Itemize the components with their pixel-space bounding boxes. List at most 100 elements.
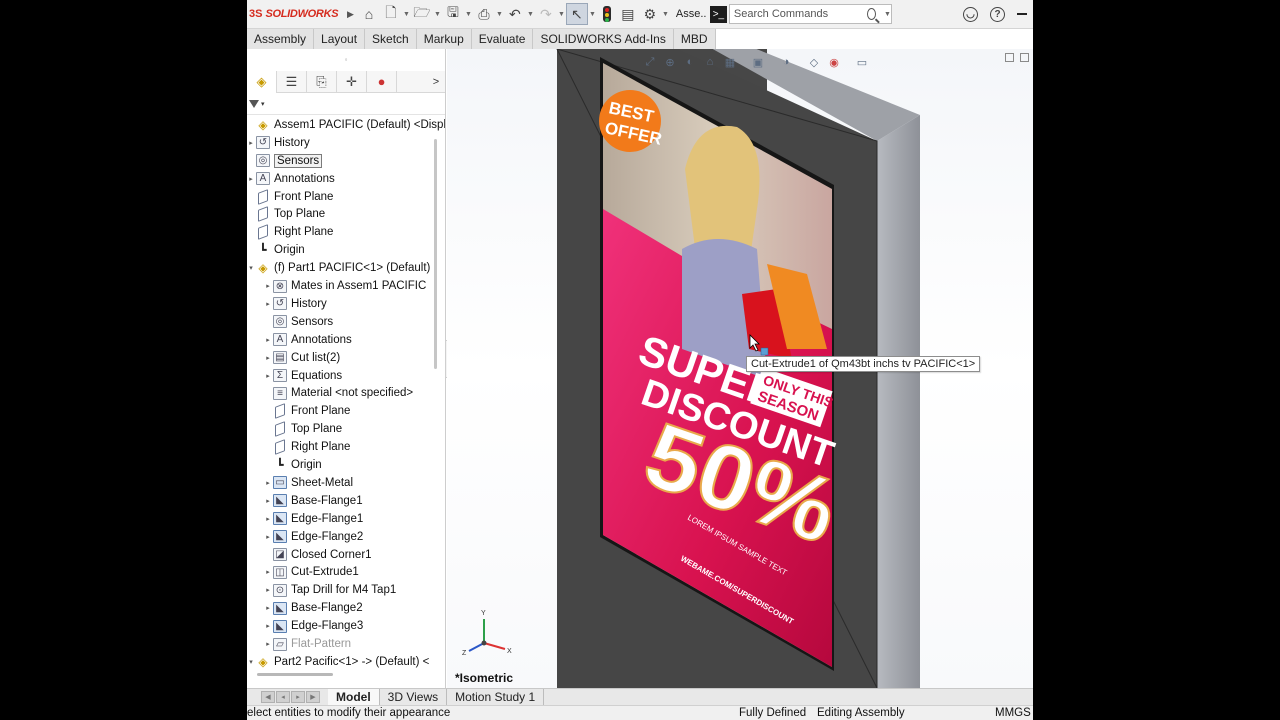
tree-item[interactable]: ▸ ▱ Flat-Pattern bbox=[263, 635, 351, 653]
file-properties-icon[interactable]: ▤ bbox=[617, 3, 639, 25]
feature-manager-tab-icon[interactable]: ◈ bbox=[247, 70, 277, 93]
next-tab-icon[interactable]: ▸ bbox=[291, 691, 305, 703]
search-commands-field[interactable]: ▼ bbox=[728, 4, 892, 24]
zoom-area-icon[interactable]: ⊕ bbox=[663, 55, 677, 69]
tab-model[interactable]: Model bbox=[328, 688, 380, 706]
tree-item[interactable]: ▸ A Annotations bbox=[263, 331, 352, 349]
expand-arrow-icon[interactable]: ▸ bbox=[263, 533, 273, 541]
panel-horizontal-scrollbar[interactable] bbox=[257, 673, 333, 676]
tab-assembly[interactable]: Assembly bbox=[247, 29, 315, 49]
view-orientation-icon[interactable]: ▣ bbox=[751, 55, 765, 69]
collapse-arrow-icon[interactable]: ▾ bbox=[247, 658, 256, 666]
tree-item[interactable]: ▸ ◣ Edge-Flange2 bbox=[263, 528, 363, 546]
tree-item[interactable]: ▸ ⊙ Tap Drill for M4 Tap1 bbox=[263, 581, 396, 599]
expand-arrow-icon[interactable]: ▸ bbox=[247, 175, 256, 183]
filter-icon[interactable] bbox=[249, 99, 259, 108]
tree-item[interactable]: Front Plane bbox=[263, 402, 350, 420]
save-icon[interactable]: 🖫 bbox=[442, 3, 464, 25]
tab-markup[interactable]: Markup bbox=[417, 29, 472, 49]
configuration-manager-tab-icon[interactable]: ⎘ bbox=[307, 70, 337, 93]
expand-arrow-icon[interactable]: ▸ bbox=[263, 336, 273, 344]
tree-item[interactable]: ▸ A Annotations bbox=[247, 170, 335, 188]
viewport-restore-icon[interactable] bbox=[1005, 53, 1014, 62]
search-icon[interactable] bbox=[866, 8, 876, 20]
last-tab-icon[interactable]: ▶ bbox=[306, 691, 320, 703]
tab-layout[interactable]: Layout bbox=[314, 29, 366, 49]
tree-item[interactable]: ▸ Σ Equations bbox=[263, 367, 342, 385]
panel-vertical-scrollbar[interactable] bbox=[434, 139, 437, 369]
tree-item[interactable]: ◎ Sensors bbox=[263, 313, 333, 331]
tree-item[interactable]: ◪ Closed Corner1 bbox=[263, 546, 372, 564]
options-gear-icon[interactable]: ⚙ bbox=[639, 3, 661, 25]
display-manager-tab-icon[interactable]: ● bbox=[367, 70, 397, 93]
previous-view-icon[interactable]: ◐ bbox=[683, 55, 697, 69]
section-view-icon[interactable]: ⌂ bbox=[703, 55, 717, 69]
tab-3d-views[interactable]: 3D Views bbox=[380, 688, 448, 706]
print-dropdown-icon[interactable]: ▼ bbox=[495, 11, 504, 18]
tree-item[interactable]: ▾ ◈ Part2 Pacific<1> -> (Default) < bbox=[247, 653, 429, 671]
menu-expand-arrow-icon[interactable]: ▶ bbox=[347, 9, 354, 20]
first-tab-icon[interactable]: ◀ bbox=[261, 691, 275, 703]
tree-item[interactable]: ▸ ▤ Cut list(2) bbox=[263, 349, 340, 367]
expand-arrow-icon[interactable]: ▸ bbox=[263, 622, 273, 630]
options-dropdown-icon[interactable]: ▼ bbox=[661, 11, 670, 18]
tab-sketch[interactable]: Sketch bbox=[365, 29, 417, 49]
user-account-icon[interactable]: ◡ bbox=[963, 6, 978, 22]
tree-item[interactable]: ▸ ◣ Edge-Flange3 bbox=[263, 617, 363, 635]
redo-icon[interactable]: ↷ bbox=[535, 3, 557, 25]
undo-icon[interactable]: ↶ bbox=[504, 3, 526, 25]
search-input[interactable] bbox=[729, 8, 865, 20]
tree-item[interactable]: ▸ ▭ Sheet-Metal bbox=[263, 474, 353, 492]
panel-grip[interactable]: ◦ bbox=[247, 49, 445, 71]
expand-arrow-icon[interactable]: ▸ bbox=[263, 372, 273, 380]
tree-item[interactable]: ┗ Origin bbox=[247, 241, 304, 259]
tree-item[interactable]: Top Plane bbox=[247, 206, 325, 224]
hide-show-items-icon[interactable]: ◇ bbox=[807, 55, 821, 69]
tree-item[interactable]: ▸ ⊗ Mates in Assem1 PACIFIC bbox=[263, 277, 426, 295]
tree-item[interactable]: ▸ ◫ Cut-Extrude1 bbox=[263, 564, 359, 582]
tree-item[interactable]: ▸ ↺ History bbox=[263, 295, 327, 313]
command-prompt-icon[interactable]: >_ bbox=[709, 5, 727, 23]
search-dropdown-icon[interactable]: ▼ bbox=[884, 11, 891, 18]
print-icon[interactable]: ⎙ bbox=[473, 3, 495, 25]
expand-arrow-icon[interactable]: ▸ bbox=[263, 515, 273, 523]
tree-item[interactable]: ◎ Sensors bbox=[247, 152, 323, 170]
expand-arrow-icon[interactable]: ▸ bbox=[263, 497, 273, 505]
tree-item[interactable]: ▸ ↺ History bbox=[247, 134, 310, 152]
dynamic-annotation-icon[interactable]: ▦ bbox=[723, 55, 737, 69]
minimize-icon[interactable] bbox=[1017, 13, 1027, 15]
save-dropdown-icon[interactable]: ▼ bbox=[464, 11, 473, 18]
edit-appearance-icon[interactable]: ◉ bbox=[827, 55, 841, 69]
open-folder-icon[interactable]: 🗁 bbox=[411, 3, 433, 25]
expand-arrow-icon[interactable]: ▸ bbox=[263, 479, 273, 487]
tree-item[interactable]: ▸ ◣ Base-Flange2 bbox=[263, 599, 363, 617]
redo-dropdown-icon[interactable]: ▼ bbox=[557, 11, 566, 18]
expand-arrow-icon[interactable]: ▸ bbox=[263, 604, 273, 612]
new-dropdown-icon[interactable]: ▼ bbox=[402, 11, 411, 18]
viewport-maximize-icon[interactable] bbox=[1020, 53, 1029, 62]
tree-item[interactable]: Right Plane bbox=[263, 438, 350, 456]
tree-item[interactable]: ▾ ◈ (f) Part1 PACIFIC<1> (Default) bbox=[247, 259, 430, 277]
expand-arrow-icon[interactable]: ▸ bbox=[263, 354, 273, 362]
tree-item[interactable]: Top Plane bbox=[263, 420, 342, 438]
tab-motion-study[interactable]: Motion Study 1 bbox=[447, 688, 545, 706]
tree-item[interactable]: Right Plane bbox=[247, 223, 333, 241]
graphics-viewport[interactable]: BEST OFFER SUPER DISCOUNT ONLY THIS SEAS… bbox=[447, 49, 1033, 688]
expand-arrow-icon[interactable]: ▸ bbox=[263, 300, 273, 308]
rebuild-traffic-light-icon[interactable] bbox=[602, 6, 611, 22]
expand-arrow-icon[interactable]: ▸ bbox=[263, 282, 273, 290]
tree-item[interactable]: ▸ ◣ Base-Flange1 bbox=[263, 492, 363, 510]
expand-arrow-icon[interactable]: ▸ bbox=[263, 640, 273, 648]
select-cursor-icon[interactable]: ↖ bbox=[565, 3, 588, 25]
collapse-arrow-icon[interactable]: ▾ bbox=[247, 264, 256, 272]
more-tabs-chevron-icon[interactable]: > bbox=[427, 76, 445, 88]
tab-mbd[interactable]: MBD bbox=[674, 29, 716, 49]
prev-tab-icon[interactable]: ◂ bbox=[276, 691, 290, 703]
expand-arrow-icon[interactable]: ▸ bbox=[263, 568, 273, 576]
property-manager-tab-icon[interactable]: ☰ bbox=[277, 70, 307, 93]
display-style-icon[interactable]: ◑ bbox=[779, 55, 793, 69]
open-dropdown-icon[interactable]: ▼ bbox=[433, 11, 442, 18]
dimxpert-tab-icon[interactable]: ✛ bbox=[337, 70, 367, 93]
new-document-icon[interactable]: 🗋 bbox=[380, 3, 402, 25]
expand-arrow-icon[interactable]: ▸ bbox=[263, 586, 273, 594]
